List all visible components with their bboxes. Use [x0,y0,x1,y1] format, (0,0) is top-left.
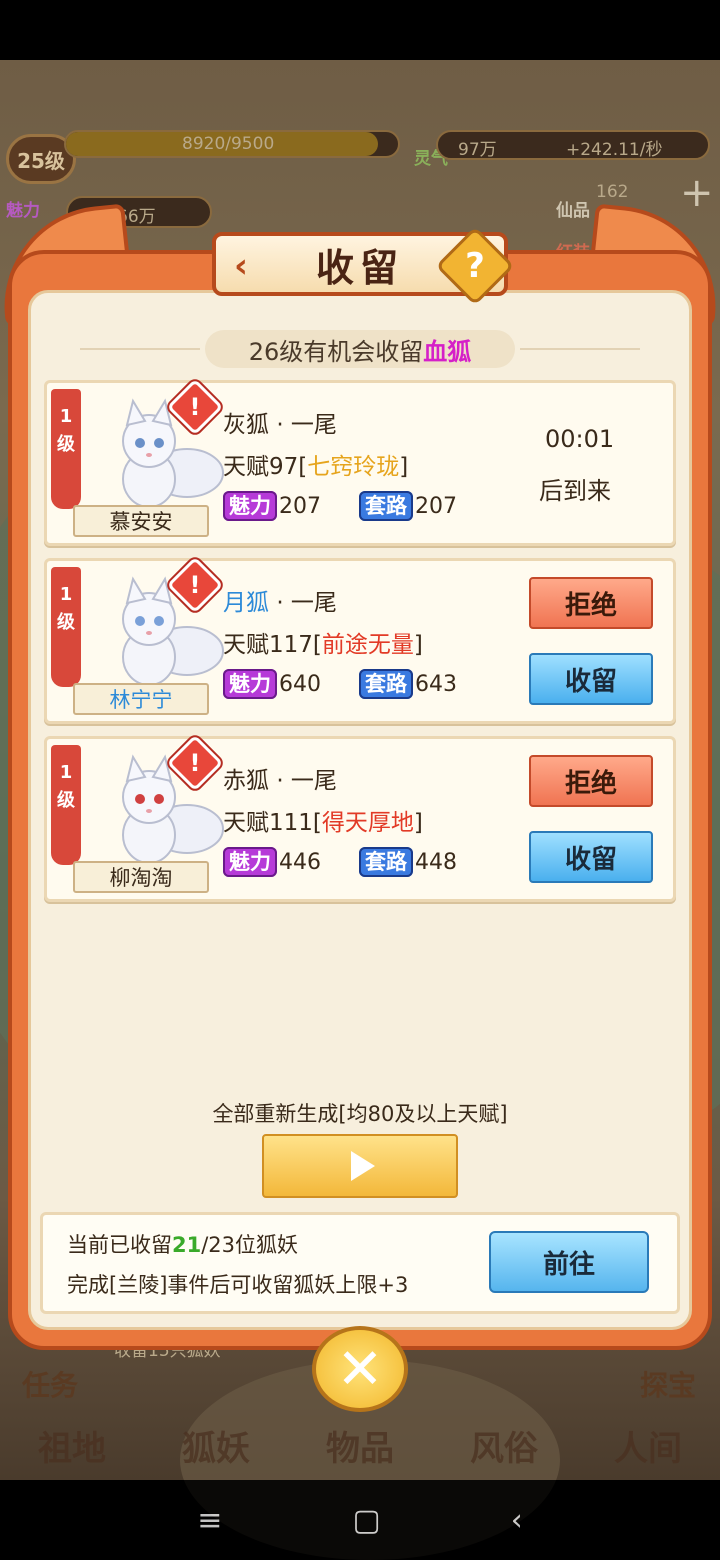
exp-bar: 8920/9500 [64,130,400,158]
adopt-button[interactable]: 收留 [529,653,653,705]
close-icon: ✕ [336,1336,384,1402]
fox-card-2: 1级 ! 林宁宁 月狐 · 一尾 天赋117[前途无量] 魅力 640 套路 643… [44,556,676,724]
charm-stat: 魅力 207 [223,491,321,521]
nav-customs[interactable]: 风俗 [470,1421,538,1470]
close-button[interactable]: ✕ [312,1326,408,1412]
nav-ancestral[interactable]: 祖地 [38,1421,106,1470]
bottom-nav: 祖地 狐妖 物品 风俗 人间 [0,1410,720,1480]
dialog-title: 收留 [315,244,404,290]
trick-stat: 套路 207 [359,491,457,521]
title-left-ornament: ‹ [234,246,249,286]
arrival-status: 后到来 [539,477,611,505]
immortal-label: 仙品 [556,201,590,221]
question-icon: ? [465,246,485,286]
talent-line: 天赋117[前途无量] [223,632,423,658]
talent-line: 天赋97[七窍玲珑] [223,454,409,480]
trick-icon: 套路 [359,669,413,699]
android-nav-bar: ≡ ▢ ‹ [0,1480,720,1560]
charm-icon: 魅力 [223,669,277,699]
play-icon [351,1151,375,1181]
treasure-button[interactable]: 探宝 [640,1364,696,1404]
charm-stat: 魅力 640 [223,669,321,699]
fox-card-1: 1级 ! 慕安安 灰狐 · 一尾 天赋97[七窍玲珑] 魅力 207 套路 207 … [44,378,676,546]
goto-button[interactable]: 前往 [489,1231,649,1293]
fox-type-line: 灰狐 · 一尾 [223,412,337,438]
nav-world[interactable]: 人间 [614,1421,682,1470]
fox-type-line: 月狐 · 一尾 [223,590,337,616]
trick-icon: 套路 [359,491,413,521]
task-button[interactable]: 任务 [22,1364,78,1404]
subtitle-line-right [520,348,640,350]
charm-stat: 魅力 446 [223,847,321,877]
adopt-limit-hint: 完成[兰陵]事件后可收留狐妖上限+3 [67,1273,409,1297]
dialog-subtitle: 26级有机会收留 血狐 [205,330,515,368]
status-bar [0,0,720,60]
menu-icon[interactable]: ≡ [197,1503,222,1538]
back-icon[interactable]: ‹ [511,1503,523,1538]
trick-icon: 套路 [359,847,413,877]
regenerate-label: 全部重新生成[均80及以上天赋] [212,1102,508,1126]
trick-stat: 套路 643 [359,669,457,699]
subtitle-line-left [80,348,200,350]
charm-icon: 魅力 [223,491,277,521]
fox-type-line: 赤狐 · 一尾 [223,768,337,794]
subtitle-text: 26级有机会收留 [248,337,424,366]
charm-label: 魅力 [6,201,40,221]
spirit-rate: +242.11/秒 [566,140,663,160]
exp-text: 8920/9500 [182,134,275,154]
trick-stat: 套路 448 [359,847,457,877]
nav-fox[interactable]: 狐妖 [182,1421,250,1470]
subtitle-fox-type: 血狐 [423,337,472,366]
nav-items[interactable]: 物品 [326,1421,394,1470]
fox-name: 林宁宁 [73,683,209,715]
adopt-count: 当前已收留21/23位狐妖 [67,1233,299,1257]
spirit-bar[interactable]: 97万 +242.11/秒 [436,130,710,160]
fox-name: 柳淘淘 [73,861,209,893]
reject-button[interactable]: 拒绝 [529,755,653,807]
spirit-value: 97万 [458,140,497,160]
reject-button[interactable]: 拒绝 [529,577,653,629]
fox-card-3: 1级 ! 柳淘淘 赤狐 · 一尾 天赋111[得天厚地] 魅力 446 套路 448… [44,734,676,902]
adopt-button[interactable]: 收留 [529,831,653,883]
arrival-timer: 00:01 [545,425,615,453]
immortal-value: 162 [596,182,629,202]
regenerate-button[interactable] [262,1134,458,1198]
charm-icon: 魅力 [223,847,277,877]
fox-name: 慕安安 [73,505,209,537]
add-icon[interactable]: + [680,170,714,216]
adopt-info-box: 当前已收留21/23位狐妖 完成[兰陵]事件后可收留狐妖上限+3 前往 [40,1212,680,1314]
talent-line: 天赋111[得天厚地] [223,810,423,836]
home-icon[interactable]: ▢ [352,1503,380,1538]
